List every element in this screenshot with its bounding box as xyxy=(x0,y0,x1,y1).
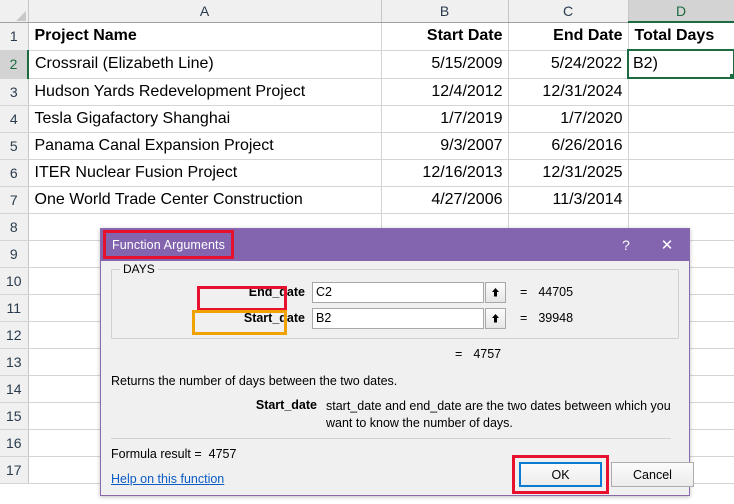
cell-c2[interactable]: 5/24/2022 xyxy=(508,50,629,79)
cell-d4[interactable] xyxy=(628,105,734,133)
cell-c7[interactable]: 11/3/2014 xyxy=(508,186,629,214)
row-header-15[interactable]: 15 xyxy=(0,402,29,430)
column-header-b[interactable]: B xyxy=(381,0,509,23)
row-header-3[interactable]: 3 xyxy=(0,78,29,106)
ok-button[interactable]: OK xyxy=(519,462,602,487)
close-icon[interactable]: ✕ xyxy=(645,229,689,261)
end-date-result: 44705 xyxy=(538,285,574,299)
cell-a6[interactable]: ITER Nuclear Fusion Project xyxy=(28,159,382,187)
cell-a4[interactable]: Tesla Gigafactory Shanghai xyxy=(28,105,382,133)
column-header-c[interactable]: C xyxy=(508,0,629,23)
cell-a1[interactable]: Project Name xyxy=(28,22,382,51)
cell-b1[interactable]: Start Date xyxy=(381,22,509,51)
argument-description-term: Start_date xyxy=(255,398,317,412)
row-header-7[interactable]: 7 xyxy=(0,186,29,214)
formula-result: Formula result = 4757 xyxy=(111,447,236,461)
row-header-13[interactable]: 13 xyxy=(0,348,29,376)
argument-row-start-date: Start_date B2 = 39948 xyxy=(112,307,678,329)
table-row: 1 Project Name Start Date End Date Total… xyxy=(0,22,734,51)
cancel-button[interactable]: Cancel xyxy=(611,462,694,487)
row-header-12[interactable]: 12 xyxy=(0,321,29,349)
cell-b5[interactable]: 9/3/2007 xyxy=(381,132,509,160)
dialog-title: Function Arguments xyxy=(112,238,225,252)
end-date-input[interactable]: C2 xyxy=(312,281,484,303)
column-header-a[interactable]: A xyxy=(28,0,382,23)
row-header-16[interactable]: 16 xyxy=(0,429,29,457)
formula-result-value: 4757 xyxy=(208,447,237,461)
cell-c1[interactable]: End Date xyxy=(508,22,629,51)
dialog-body: DAYS End_date C2 = 44705 Start_date B2 =… xyxy=(101,262,689,432)
row-header-1[interactable]: 1 xyxy=(0,22,29,51)
function-name-label: DAYS xyxy=(120,262,158,276)
row-header-9[interactable]: 9 xyxy=(0,240,29,268)
cell-b2[interactable]: 5/15/2009 xyxy=(381,50,509,79)
table-row: 7 One World Trade Center Construction 4/… xyxy=(0,186,734,214)
cell-b7[interactable]: 4/27/2006 xyxy=(381,186,509,214)
argument-description-text: start_date and end_date are the two date… xyxy=(326,399,671,430)
cell-c4[interactable]: 1/7/2020 xyxy=(508,105,629,133)
collapse-dialog-icon[interactable] xyxy=(485,281,506,303)
table-row: 6 ITER Nuclear Fusion Project 12/16/2013… xyxy=(0,159,734,187)
row-header-4[interactable]: 4 xyxy=(0,105,29,133)
cell-c5[interactable]: 6/26/2016 xyxy=(508,132,629,160)
help-icon[interactable]: ? xyxy=(607,229,645,261)
row-header-10[interactable]: 10 xyxy=(0,267,29,295)
row-header-8[interactable]: 8 xyxy=(0,213,29,241)
cell-b6[interactable]: 12/16/2013 xyxy=(381,159,509,187)
total-result-value: 4757 xyxy=(473,347,502,361)
cell-d7[interactable] xyxy=(628,186,734,214)
cell-d5[interactable] xyxy=(628,132,734,160)
row-header-17[interactable]: 17 xyxy=(0,456,29,484)
cell-a3[interactable]: Hudson Yards Redevelopment Project xyxy=(28,78,382,106)
formula-result-label: Formula result = xyxy=(111,447,202,461)
cell-d2[interactable]: B2) xyxy=(627,49,734,79)
table-row: 4 Tesla Gigafactory Shanghai 1/7/2019 1/… xyxy=(0,105,734,133)
cell-c3[interactable]: 12/31/2024 xyxy=(508,78,629,106)
cell-a5[interactable]: Panama Canal Expansion Project xyxy=(28,132,382,160)
start-date-label: Start_date xyxy=(243,311,305,325)
cell-d6[interactable] xyxy=(628,159,734,187)
table-row: 3 Hudson Yards Redevelopment Project 12/… xyxy=(0,78,734,106)
row-header-2[interactable]: 2 xyxy=(0,50,29,79)
help-on-this-function-link[interactable]: Help on this function xyxy=(111,472,224,486)
cell-a2[interactable]: Crossrail (Elizabeth Line) xyxy=(28,50,382,79)
total-equals: = xyxy=(455,347,463,361)
start-date-equals: = xyxy=(520,311,528,325)
select-all-corner[interactable] xyxy=(0,0,29,23)
row-header-6[interactable]: 6 xyxy=(0,159,29,187)
table-row: 2 Crossrail (Elizabeth Line) 5/15/2009 5… xyxy=(0,49,734,79)
column-header-d[interactable]: D xyxy=(628,0,734,23)
argument-description: Start_date start_date and end_date are t… xyxy=(111,398,679,432)
cell-b4[interactable]: 1/7/2019 xyxy=(381,105,509,133)
row-header-11[interactable]: 11 xyxy=(0,294,29,322)
cell-b3[interactable]: 12/4/2012 xyxy=(381,78,509,106)
row-header-5[interactable]: 5 xyxy=(0,132,29,160)
cell-d1[interactable]: Total Days xyxy=(628,22,734,51)
divider xyxy=(111,438,671,439)
dialog-title-buttons: ? ✕ xyxy=(607,229,689,261)
start-date-result: 39948 xyxy=(538,311,574,325)
cell-c6[interactable]: 12/31/2025 xyxy=(508,159,629,187)
table-row: 5 Panama Canal Expansion Project 9/3/200… xyxy=(0,132,734,160)
argument-row-end-date: End_date C2 = 44705 xyxy=(112,281,678,303)
up-arrow-icon xyxy=(492,287,499,296)
start-date-input[interactable]: B2 xyxy=(312,307,484,329)
arguments-group: DAYS End_date C2 = 44705 Start_date B2 =… xyxy=(111,262,679,339)
function-arguments-dialog[interactable]: Function Arguments ? ✕ DAYS End_date C2 … xyxy=(100,228,694,496)
total-result-row: = 4757 xyxy=(111,346,679,362)
collapse-dialog-icon[interactable] xyxy=(485,307,506,329)
function-description: Returns the number of days between the t… xyxy=(111,374,398,388)
up-arrow-icon xyxy=(492,313,499,322)
dialog-title-bar[interactable]: Function Arguments ? ✕ xyxy=(101,229,689,261)
column-header-row: A B C D xyxy=(0,0,734,23)
end-date-label: End_date xyxy=(248,285,305,299)
cell-d3[interactable] xyxy=(628,78,734,106)
end-date-equals: = xyxy=(520,285,528,299)
cell-a7[interactable]: One World Trade Center Construction xyxy=(28,186,382,214)
row-header-14[interactable]: 14 xyxy=(0,375,29,403)
